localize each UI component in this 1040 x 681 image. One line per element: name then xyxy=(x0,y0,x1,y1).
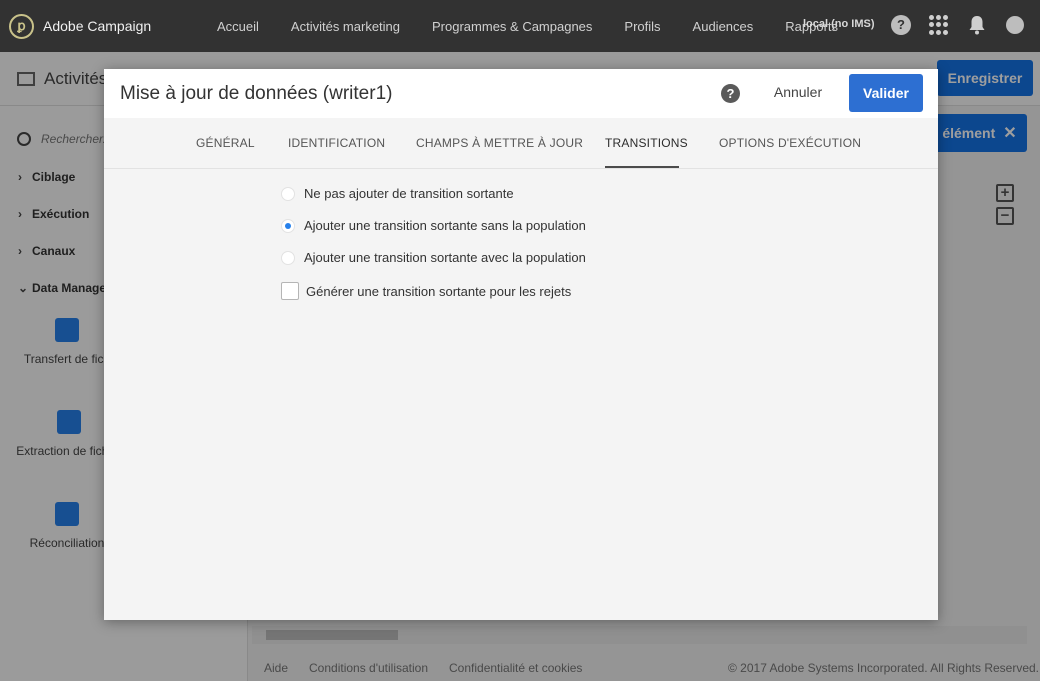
dialog-title: Mise à jour de données (writer1) xyxy=(120,83,393,104)
product-logo[interactable]: ꝑ Adobe Campaign xyxy=(9,13,152,39)
radio-button-selected[interactable] xyxy=(281,218,295,233)
nav-profiles[interactable]: Profils xyxy=(624,19,660,34)
tab-identification[interactable]: IDENTIFICATION xyxy=(288,136,385,150)
option-label: Ajouter une transition sortante sans la … xyxy=(304,218,586,233)
option-label: Ne pas ajouter de transition sortante xyxy=(304,186,514,201)
option-label: Ajouter une transition sortante avec la … xyxy=(304,250,586,265)
top-navigation-bar: ꝑ Adobe Campaign Accueil Activités marke… xyxy=(0,0,1040,52)
checkbox-label: Générer une transition sortante pour les… xyxy=(306,283,572,299)
nav-programs-campaigns[interactable]: Programmes & Campagnes xyxy=(432,19,592,34)
tab-fields-to-update[interactable]: CHAMPS À METTRE À JOUR xyxy=(416,136,583,150)
radio-button[interactable] xyxy=(281,250,295,265)
adobe-campaign-logo-icon: ꝑ xyxy=(9,13,34,39)
option-no-transition[interactable]: Ne pas ajouter de transition sortante xyxy=(281,186,514,201)
tab-execution-options[interactable]: OPTIONS D'EXÉCUTION xyxy=(719,136,861,150)
active-tab-indicator xyxy=(605,166,679,168)
apps-grid-icon[interactable] xyxy=(929,15,949,35)
option-transition-without-population[interactable]: Ajouter une transition sortante sans la … xyxy=(281,218,586,233)
validate-button[interactable]: Valider xyxy=(849,74,923,112)
help-icon[interactable]: ? xyxy=(721,84,740,103)
tab-general[interactable]: GÉNÉRAL xyxy=(196,136,255,150)
instance-label: local (no IMS) xyxy=(803,18,875,30)
cancel-button[interactable]: Annuler xyxy=(757,84,839,100)
user-avatar-icon[interactable] xyxy=(1006,16,1024,34)
nav-home[interactable]: Accueil xyxy=(217,19,259,34)
data-update-dialog: Mise à jour de données (writer1) ? Annul… xyxy=(104,69,938,620)
dialog-header: Mise à jour de données (writer1) ? Annul… xyxy=(104,69,938,118)
notification-bell-icon[interactable] xyxy=(968,15,988,35)
product-name: Adobe Campaign xyxy=(43,18,152,34)
nav-marketing-activities[interactable]: Activités marketing xyxy=(291,19,400,34)
nav-audiences[interactable]: Audiences xyxy=(693,19,754,34)
option-transition-with-population[interactable]: Ajouter une transition sortante avec la … xyxy=(281,250,586,265)
main-menu: Accueil Activités marketing Programmes &… xyxy=(217,0,870,52)
radio-button[interactable] xyxy=(281,186,295,201)
dialog-tabs: GÉNÉRAL IDENTIFICATION CHAMPS À METTRE À… xyxy=(104,118,938,169)
reject-transition-checkbox[interactable] xyxy=(281,282,299,300)
tab-transitions[interactable]: TRANSITIONS xyxy=(605,136,688,150)
help-icon[interactable]: ? xyxy=(891,15,911,35)
reject-transition-checkbox-row[interactable]: Générer une transition sortante pour les… xyxy=(281,282,571,300)
